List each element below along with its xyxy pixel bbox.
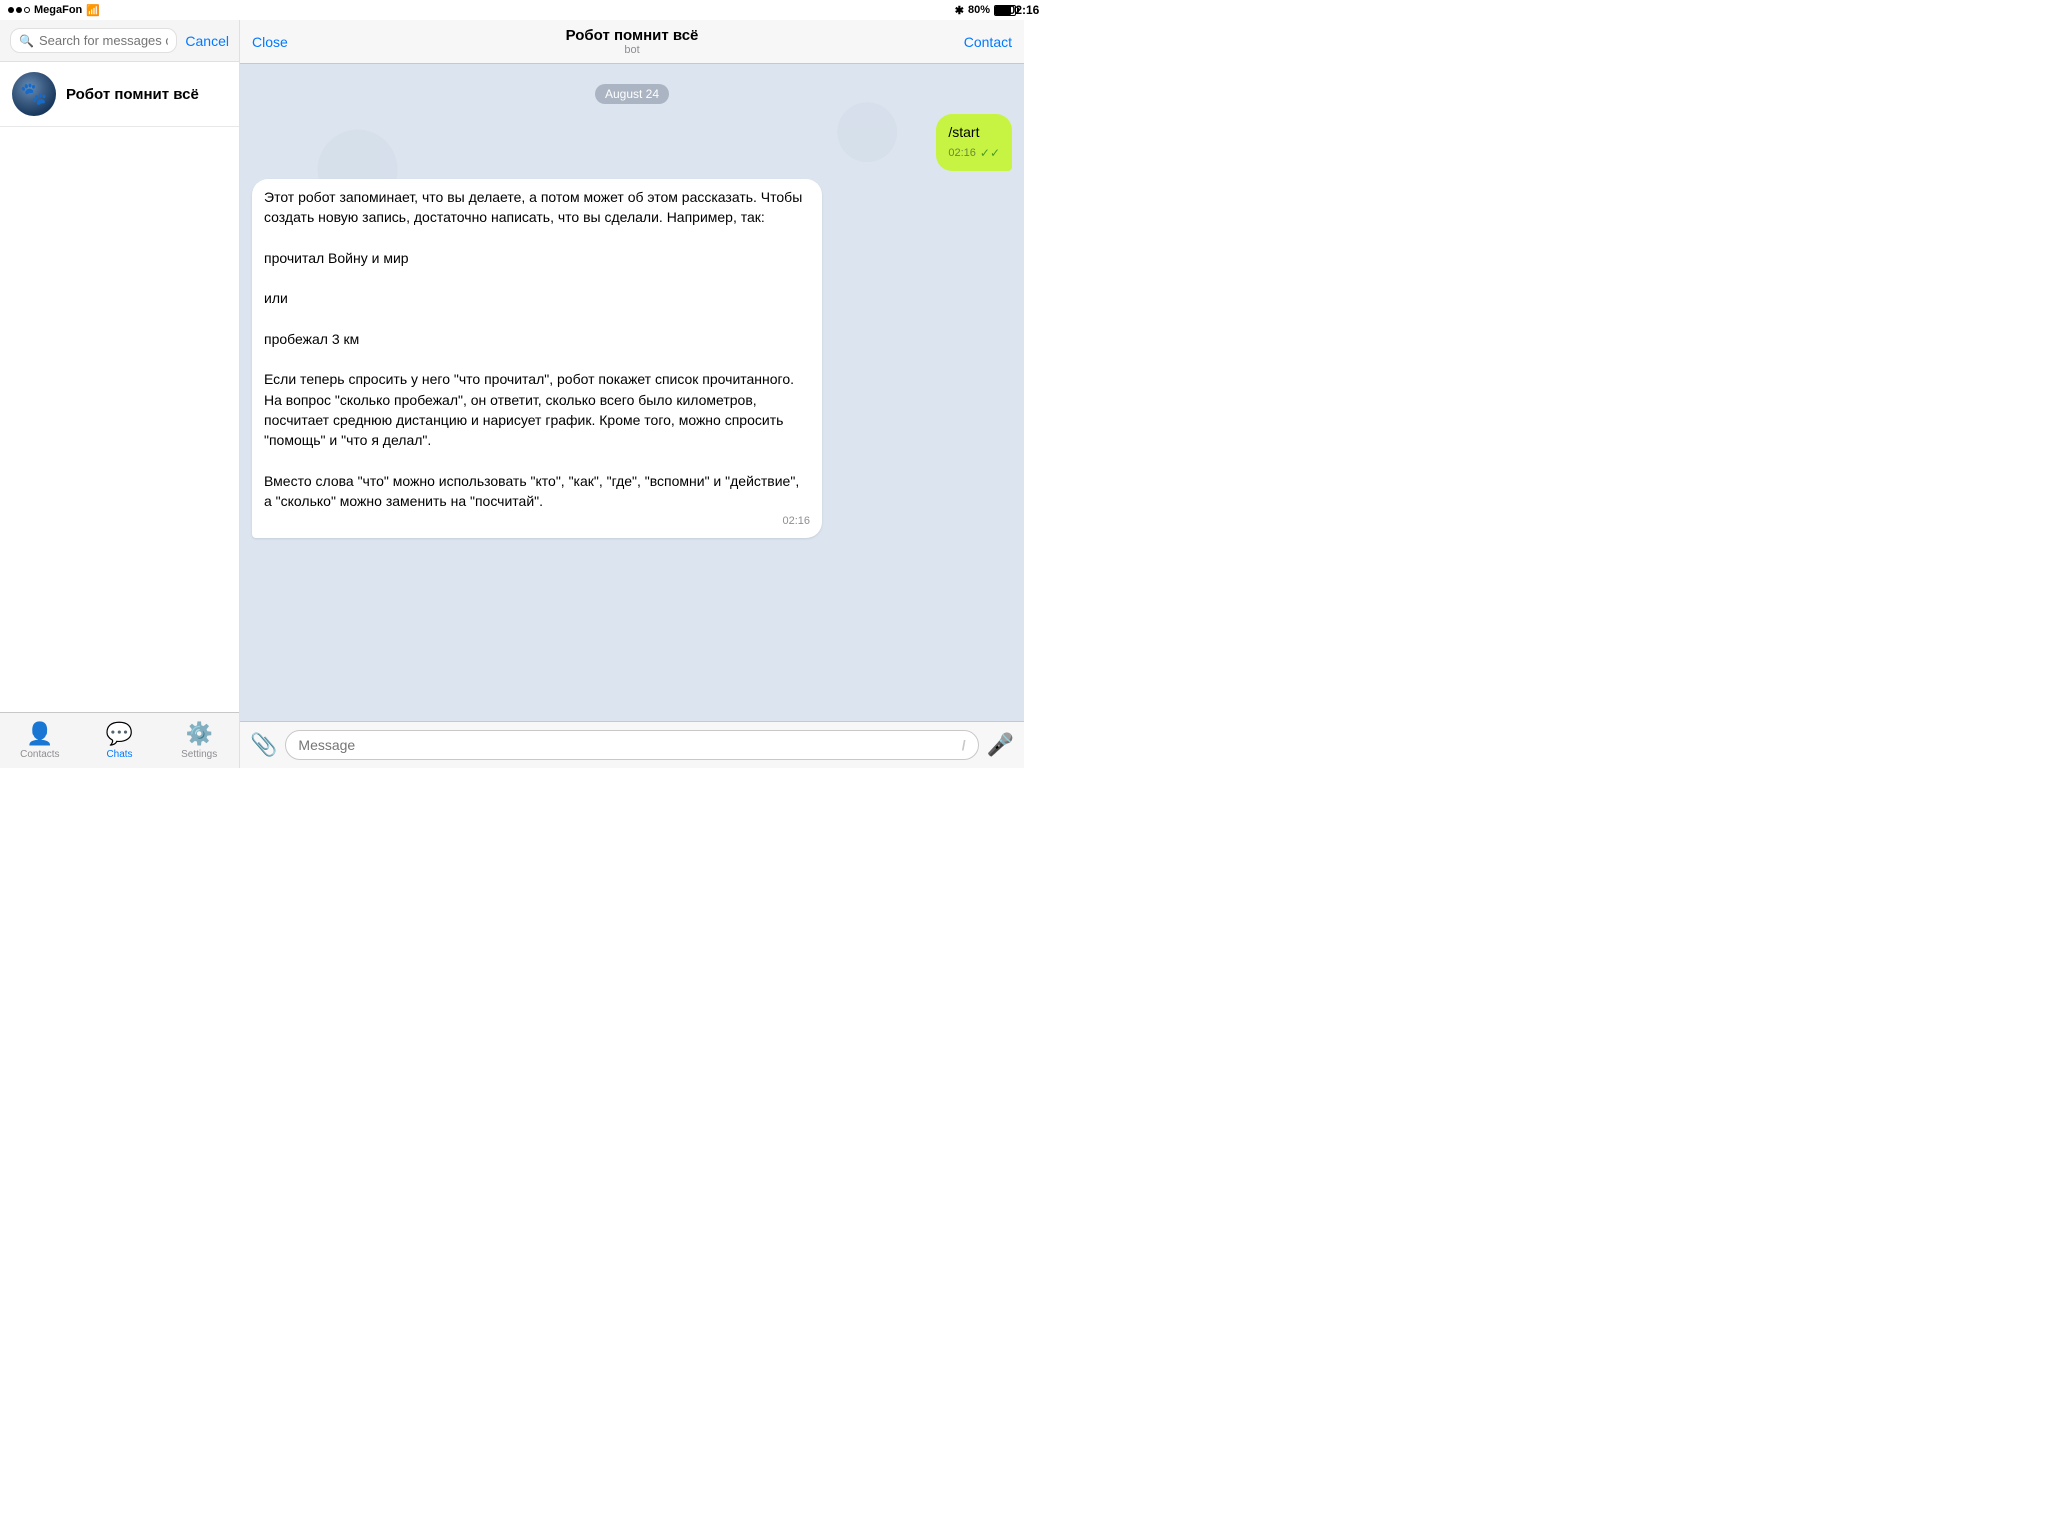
mic-button[interactable]: 🎤 [987,732,1014,758]
slash-icon: / [962,737,966,753]
left-panel: 🔍 Cancel Робот помнит всё 👤 Contacts [0,20,240,768]
outgoing-time: 02:16 [948,146,976,162]
search-icon: 🔍 [19,34,34,48]
chat-info: Робот помнит всё [66,86,227,103]
wifi-icon: 📶 [86,4,100,17]
dot2 [16,7,22,13]
search-bar: 🔍 Cancel [0,20,239,62]
bluetooth-icon: ✱ [955,4,964,17]
incoming-message-text: Этот робот запоминает, что вы делаете, а… [264,189,802,509]
battery-fill [995,6,1011,15]
chat-subtitle: bot [566,44,699,56]
message-input-wrap: / [285,730,978,760]
tab-chats[interactable]: 💬 Chats [80,721,160,760]
chat-name: Робот помнит всё [66,86,227,103]
avatar-image [12,72,56,116]
input-area: 📎 / 🎤 [240,721,1024,768]
tab-chats-label: Chats [106,749,132,760]
date-badge-text: August 24 [595,84,669,104]
dot1 [8,7,14,13]
date-badge: August 24 [252,84,1012,104]
right-panel: Close Робот помнит всё bot Contact Augus… [240,20,1024,768]
chat-header-center: Робот помнит всё bot [566,27,699,56]
cancel-button[interactable]: Cancel [185,33,229,49]
chat-title: Робот помнит всё [566,27,699,44]
status-left: MegaFon 📶 [8,4,100,17]
outgoing-bubble: /start 02:16 ✓✓ [936,114,1012,171]
contact-button[interactable]: Contact [964,34,1012,50]
close-button[interactable]: Close [252,34,288,50]
chats-icon: 💬 [106,721,133,747]
chat-header: Close Робот помнит всё bot Contact [240,20,1024,64]
incoming-message-meta: 02:16 [264,514,810,530]
search-input[interactable] [39,33,168,48]
tab-settings-label: Settings [181,749,217,760]
contacts-icon: 👤 [26,721,53,747]
incoming-bubble: Этот робот запоминает, что вы делаете, а… [252,179,822,539]
carrier-label: MegaFon [34,4,82,16]
tab-bar: 👤 Contacts 💬 Chats ⚙️ Settings [0,712,239,768]
message-input[interactable] [298,737,961,753]
battery-bar [994,5,1016,16]
battery-percent: 80% [968,4,990,16]
outgoing-message-meta: 02:16 ✓✓ [948,145,1000,162]
outgoing-message-row: /start 02:16 ✓✓ [252,114,1012,171]
status-bar: MegaFon 📶 02:16 ✱ 80% [0,0,1024,20]
tab-contacts-label: Contacts [20,749,59,760]
attach-button[interactable]: 📎 [250,732,277,758]
main-content: 🔍 Cancel Робот помнит всё 👤 Contacts [0,20,1024,768]
incoming-message-row: Этот робот запоминает, что вы делаете, а… [252,179,1012,539]
outgoing-message-text: /start [948,124,979,140]
chat-list-item[interactable]: Робот помнит всё [0,62,239,127]
tab-contacts[interactable]: 👤 Contacts [0,721,80,760]
avatar [12,72,56,116]
incoming-time: 02:16 [782,514,810,530]
chat-list: Робот помнит всё [0,62,239,712]
tab-settings[interactable]: ⚙️ Settings [159,721,239,760]
settings-icon: ⚙️ [185,721,212,747]
signal-dots [8,7,30,13]
messages-area: August 24 /start 02:16 ✓✓ Этот робот зап… [240,64,1024,721]
dot3 [24,7,30,13]
read-receipts: ✓✓ [980,145,1000,162]
status-right: ✱ 80% [955,4,1016,17]
search-input-wrap: 🔍 [10,28,177,53]
